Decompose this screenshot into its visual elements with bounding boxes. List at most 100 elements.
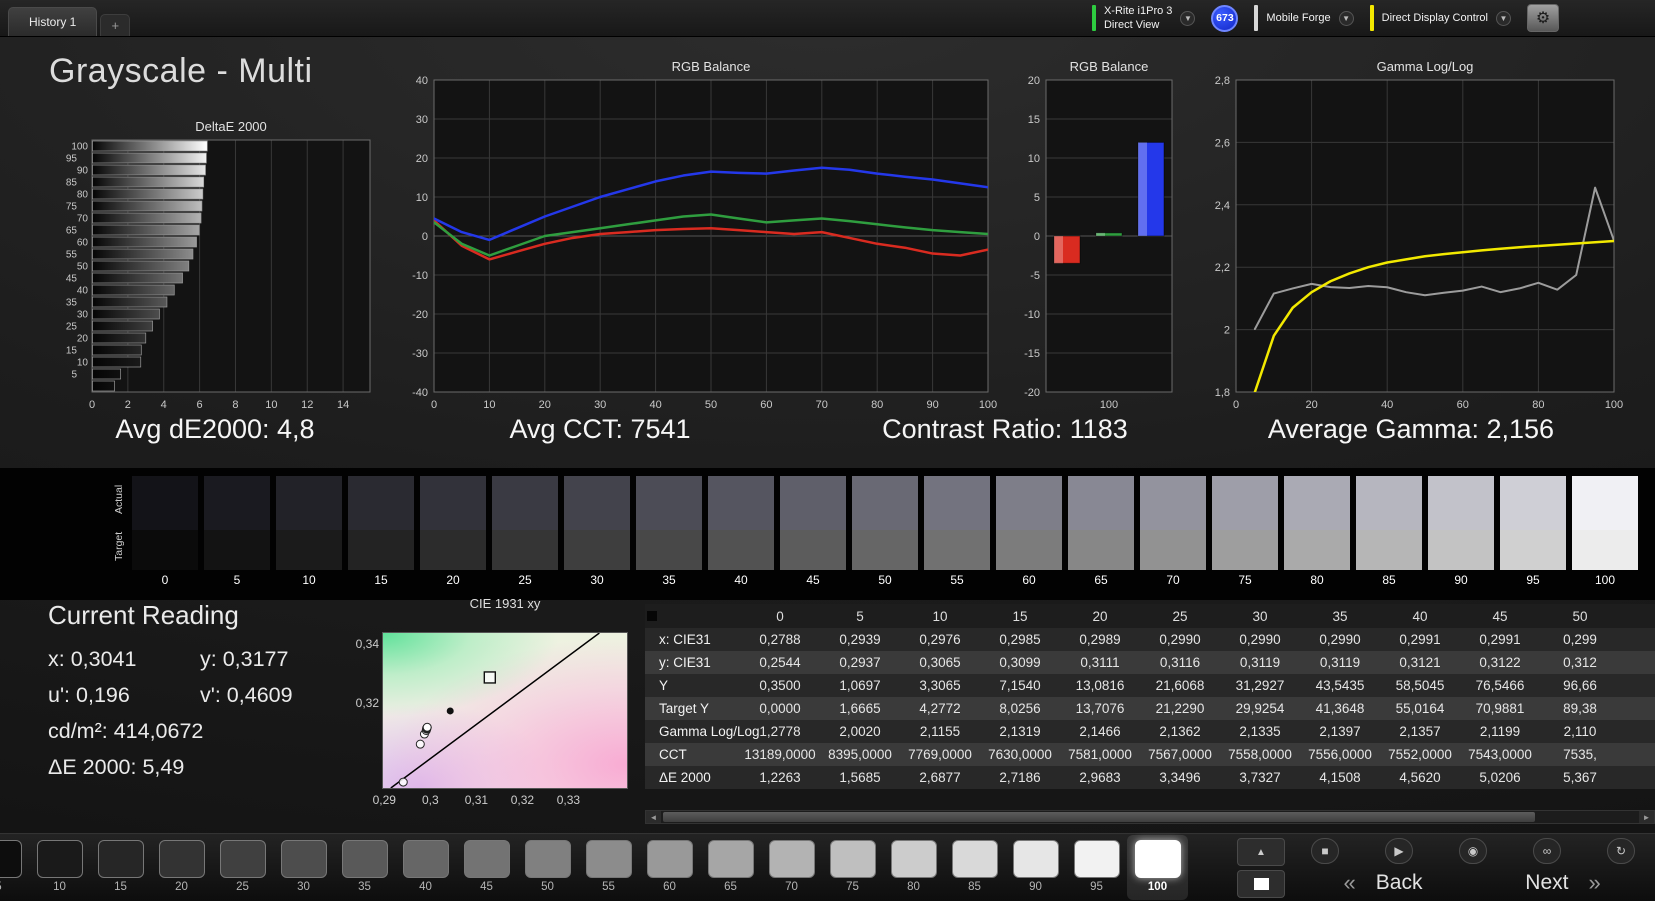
- patch-level-button[interactable]: 80: [883, 835, 944, 900]
- scroll-right-button[interactable]: ►: [1639, 811, 1654, 823]
- tab-history-1[interactable]: History 1: [8, 7, 98, 36]
- meter-select[interactable]: X-Rite i1Pro 3 Direct View ▼: [1091, 3, 1196, 33]
- table-column-header: 40: [1412, 608, 1428, 624]
- cie-x-tick-label: 0,29: [372, 793, 396, 807]
- patch-level-button[interactable]: 25: [212, 835, 273, 900]
- chevron-down-icon: ▼: [1338, 10, 1354, 26]
- patch-level-button[interactable]: 30: [273, 835, 334, 900]
- patch-swatch: [524, 840, 571, 878]
- patch-level-button[interactable]: 10: [29, 835, 90, 900]
- stop-icon: ■: [1321, 844, 1329, 858]
- cie-y-tick-label: 0,34: [355, 636, 379, 651]
- swatch-level-label: 25: [518, 573, 532, 587]
- cie-x-tick-label: 0,3: [421, 793, 439, 807]
- settings-button[interactable]: ⚙: [1527, 4, 1559, 32]
- cie-x-tick-label: 0,33: [556, 793, 581, 807]
- continuous-measure-button[interactable]: ∞: [1533, 838, 1561, 864]
- svg-text:90: 90: [77, 166, 89, 177]
- svg-text:45: 45: [66, 274, 78, 285]
- tab-label: History 1: [29, 15, 77, 29]
- patch-level-button[interactable]: 40: [395, 835, 456, 900]
- patch-level-button[interactable]: 75: [822, 835, 883, 900]
- table-column-header: 35: [1332, 608, 1348, 624]
- swatch-target: [1500, 530, 1566, 570]
- patch-window-button[interactable]: [1237, 870, 1285, 898]
- next-button[interactable]: Next »: [1477, 868, 1649, 898]
- svg-text:2,6: 2,6: [1215, 137, 1230, 149]
- scrollbar-track[interactable]: [661, 811, 1639, 823]
- patch-level-label: 10: [53, 881, 66, 893]
- transport-main: ■ ▶ ◉ ∞ ↻ « Back Next »: [1297, 838, 1649, 898]
- swatch-level-label: 60: [1022, 573, 1036, 587]
- patch-level-button[interactable]: 50: [517, 835, 578, 900]
- swatch-level-label: 5: [233, 573, 241, 587]
- scrollbar-thumb[interactable]: [663, 812, 1535, 822]
- patch-level-button[interactable]: 65: [700, 835, 761, 900]
- svg-text:100: 100: [1605, 399, 1623, 411]
- add-tab-button[interactable]: +: [100, 14, 131, 36]
- scroll-left-button[interactable]: ◄: [646, 811, 661, 823]
- swatch-target: [1212, 530, 1278, 570]
- patch-level-label: 65: [724, 881, 737, 893]
- expand-panel-button[interactable]: ▲: [1237, 838, 1285, 866]
- patch-swatch: [36, 840, 83, 878]
- table-cell: 0,0000: [759, 701, 801, 716]
- rgb-balance-line-chart: 40 30 20 10 0 -10 -20 -30 -40 0 10 20 30 40 50 60 70 80 90…: [398, 58, 998, 414]
- refresh-icon: ↻: [1615, 844, 1627, 858]
- refresh-button[interactable]: ↻: [1607, 838, 1635, 864]
- patch-level-button[interactable]: 95: [1066, 835, 1127, 900]
- svg-text:10: 10: [265, 399, 277, 411]
- patch-level-button[interactable]: 90: [1005, 835, 1066, 900]
- patch-level-button[interactable]: 60: [639, 835, 700, 900]
- patch-level-button[interactable]: 35: [334, 835, 395, 900]
- svg-text:0: 0: [431, 399, 437, 411]
- patch-level-button[interactable]: 5: [0, 835, 29, 900]
- table-cell: 2,1335: [1239, 724, 1281, 739]
- workflow-status-bar: [1254, 5, 1259, 31]
- table-column-header: 0: [776, 608, 784, 624]
- next-chevron-icon: »: [1588, 870, 1601, 895]
- swatch-actual: [636, 476, 702, 530]
- table-cell: 2,110: [1563, 724, 1597, 739]
- patch-level-button[interactable]: 70: [761, 835, 822, 900]
- table-cell: 13,7076: [1075, 701, 1125, 716]
- patch-level-button[interactable]: 45: [456, 835, 517, 900]
- reading-y: y: 0,3177: [200, 647, 289, 671]
- table-cell: 3,3065: [919, 678, 961, 693]
- workflow-select[interactable]: Mobile Forge ▼: [1254, 3, 1354, 33]
- swatch-level-label: 0: [161, 573, 169, 587]
- patch-level-button[interactable]: 55: [578, 835, 639, 900]
- table-column-header: 5: [856, 608, 864, 624]
- swatch-target: [348, 530, 414, 570]
- patch-level-button[interactable]: 20: [151, 835, 212, 900]
- svg-text:-20: -20: [412, 309, 428, 321]
- grayscale-swatch: 0: [132, 476, 198, 590]
- table-cell: 0,3119: [1239, 655, 1281, 670]
- table-cell: 2,1362: [1159, 724, 1201, 739]
- play-button[interactable]: ▶: [1385, 838, 1413, 864]
- swatch-actual: [1284, 476, 1350, 530]
- back-button[interactable]: « Back: [1297, 868, 1469, 898]
- table-cell: 0,2990: [1319, 632, 1361, 647]
- table-cell: 0,3116: [1159, 655, 1201, 670]
- patch-level-label: 5: [0, 881, 2, 893]
- stat-contrast-ratio: Contrast Ratio: 1183: [882, 414, 1128, 444]
- svg-text:20: 20: [77, 334, 89, 345]
- patch-level-button[interactable]: 85: [944, 835, 1005, 900]
- swatch-target: [1428, 530, 1494, 570]
- table-cell: 1,2263: [759, 770, 801, 785]
- stop-button[interactable]: ■: [1311, 838, 1339, 864]
- svg-text:30: 30: [77, 310, 89, 321]
- table-horizontal-scrollbar[interactable]: ◄ ►: [645, 810, 1655, 824]
- display-control-select[interactable]: Direct Display Control ▼: [1369, 3, 1511, 33]
- patch-level-button[interactable]: 15: [90, 835, 151, 900]
- svg-text:4: 4: [161, 399, 167, 411]
- table-cell: 7552,0000: [1388, 747, 1452, 762]
- table-cell: 55,0164: [1395, 701, 1445, 716]
- patch-level-button[interactable]: 100: [1127, 835, 1188, 900]
- target-button[interactable]: ◉: [1459, 838, 1487, 864]
- table-cell: 7769,0000: [908, 747, 972, 762]
- swatch-actual: [708, 476, 774, 530]
- swatch-actual: [1212, 476, 1278, 530]
- swatch-target: [852, 530, 918, 570]
